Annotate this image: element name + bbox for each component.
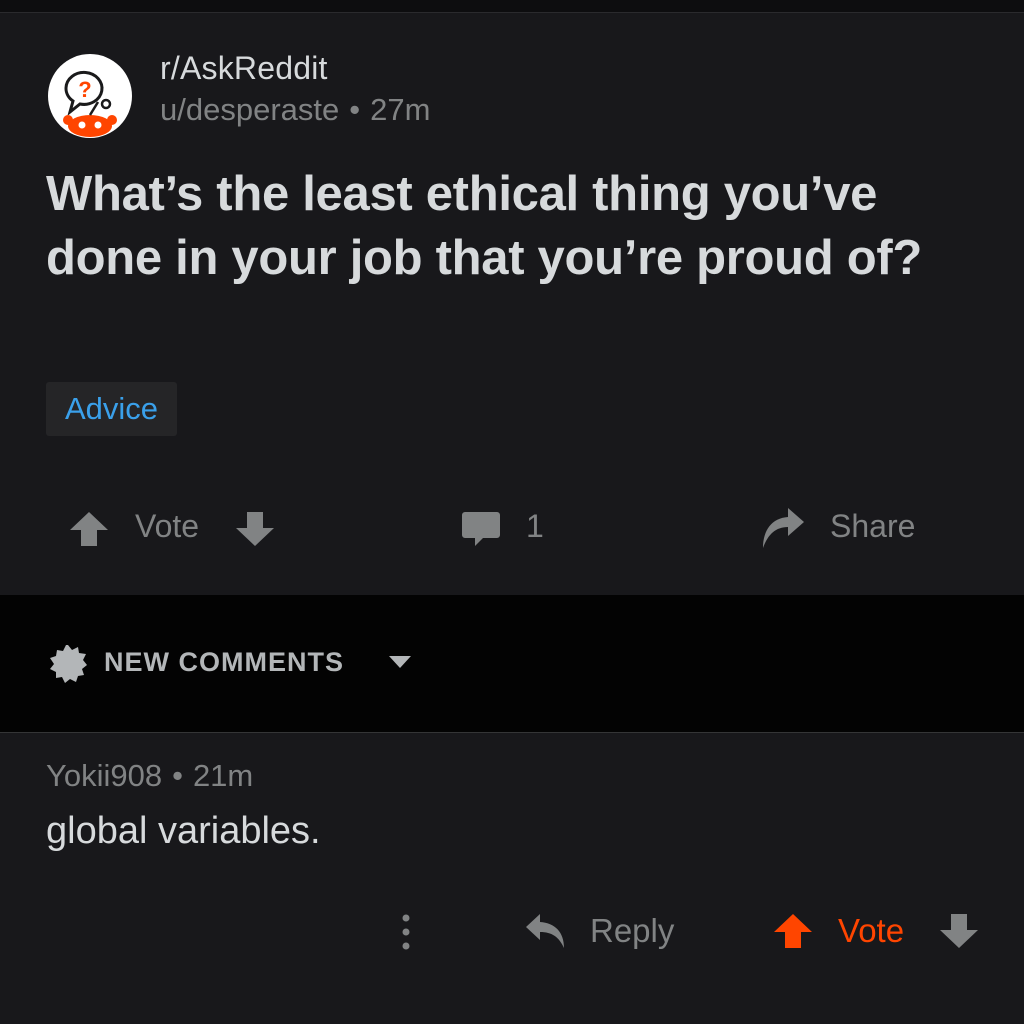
top-divider [0,0,1024,13]
share-label[interactable]: Share [830,508,915,545]
comment-bubble-icon[interactable] [461,508,501,553]
comment-count[interactable]: 1 [526,508,544,545]
post-title[interactable]: What’s the least ethical thing you’ve do… [46,162,986,290]
arrow-up-icon[interactable] [68,510,110,553]
arrow-down-icon[interactable] [938,912,980,955]
comment-age: 21m [192,758,254,793]
reply-arrow-icon[interactable] [524,912,566,955]
comment-author[interactable]: Yokii908 [46,758,162,793]
arrow-up-icon[interactable] [772,912,814,955]
post-author[interactable]: u/desperaste [160,92,339,127]
reddit-post-page: ? r/AskReddit u/desperaste • 27m What’s th… [0,0,1024,1024]
askreddit-snoo-icon: ? [63,70,117,137]
comment-vote-label: Vote [838,912,905,949]
subreddit-name[interactable]: r/AskReddit [160,50,328,87]
reply-button[interactable]: Reply [590,912,674,950]
vote-label: Vote [135,508,200,544]
subreddit-avatar[interactable]: ? [48,54,132,138]
meta-separator: • [349,92,361,127]
comment-body: global variables. [46,810,321,852]
post-age: 27m [370,92,431,127]
post-meta: u/desperaste • 27m [160,92,430,128]
comments-sort-label[interactable]: NEW COMMENTS [104,647,344,678]
arrow-down-icon[interactable] [234,510,276,553]
svg-text:?: ? [78,77,91,102]
post-flair[interactable]: Advice [46,382,177,436]
caret-down-icon[interactable] [388,655,412,674]
more-vertical-icon[interactable] [397,912,415,957]
comment-meta-separator: • [172,758,183,793]
share-arrow-icon[interactable] [760,506,806,555]
new-badge-icon [48,644,88,689]
comment-meta: Yokii908 • 21m [46,758,253,794]
